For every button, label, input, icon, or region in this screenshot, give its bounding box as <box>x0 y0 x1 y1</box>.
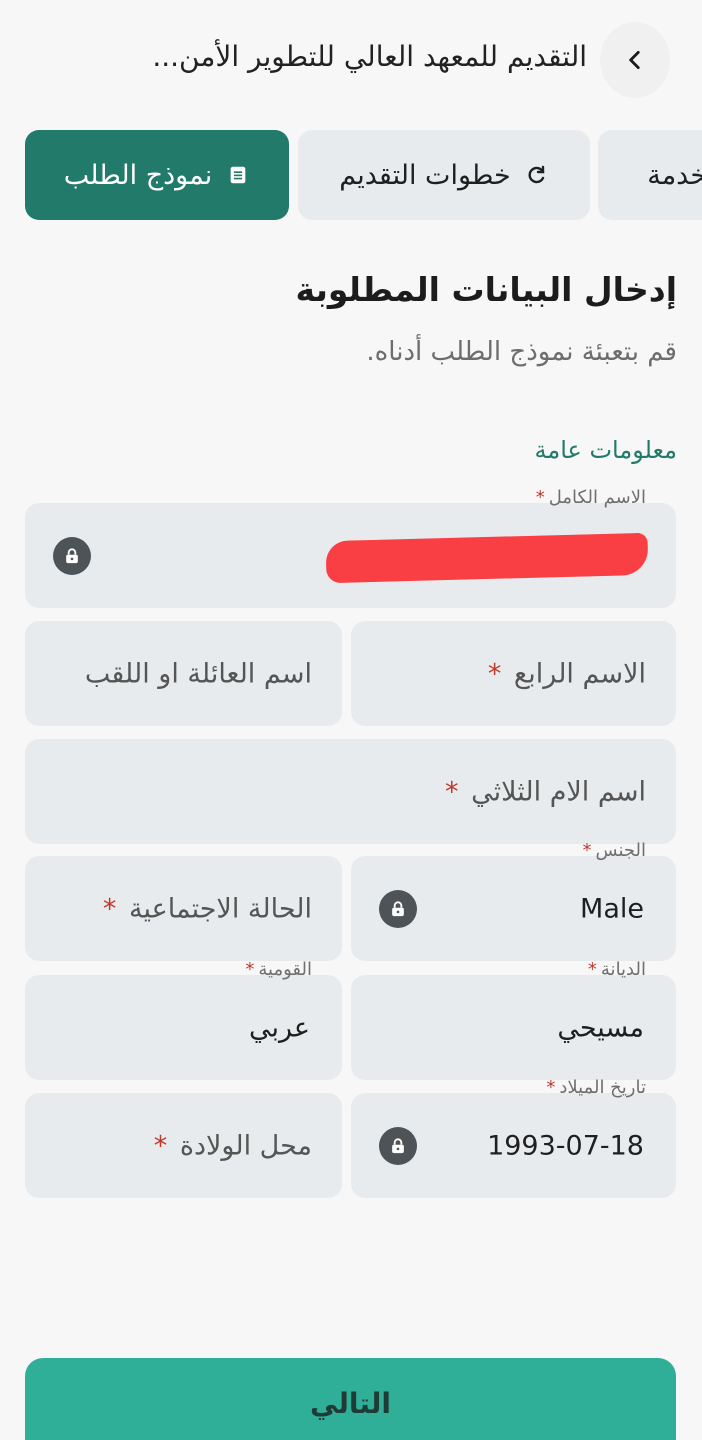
field-placeholder: الاسم الرابع * <box>487 658 646 689</box>
tab-service[interactable]: لخدمة <box>598 130 702 220</box>
required-marker: * <box>245 959 255 980</box>
next-button[interactable]: التالي <box>25 1358 676 1440</box>
field-label: تاريخ الميلاد* <box>546 1077 646 1098</box>
fourth-name-field[interactable]: الاسم الرابع * <box>351 621 676 726</box>
tab-application-steps[interactable]: خطوات التقديم <box>298 130 590 220</box>
required-marker: * <box>546 1077 556 1098</box>
redaction-mark <box>325 532 649 584</box>
field-label: الجنس* <box>582 840 646 861</box>
lock-icon <box>379 1126 417 1165</box>
required-marker: * <box>587 959 597 980</box>
field-value: مسيحي <box>557 1012 644 1043</box>
field-placeholder: اسم العائلة او اللقب <box>84 658 312 689</box>
full-name-field[interactable]: الاسم الكامل* <box>25 487 676 608</box>
field-label: الاسم الكامل* <box>535 487 646 508</box>
required-marker: * <box>445 776 459 807</box>
field-label: الديانة* <box>587 959 646 980</box>
field-placeholder: محل الولادة * <box>153 1130 312 1161</box>
tab-label: خطوات التقديم <box>339 159 511 191</box>
application-form-page: التقديم للمعهد العالي للتطوير الأمن... ن… <box>0 0 702 1440</box>
field-value: عربي <box>248 1012 310 1043</box>
field-value: Male <box>580 893 644 924</box>
group-label: معلومات عامة <box>534 436 677 464</box>
refresh-icon <box>525 163 549 187</box>
required-marker: * <box>153 1130 168 1161</box>
required-marker: * <box>487 658 502 689</box>
mother-name-field[interactable]: اسم الام الثلاثي * <box>25 739 676 844</box>
back-button[interactable] <box>600 22 670 98</box>
tab-label: نموذج الطلب <box>63 159 213 191</box>
field-value: 1993-07-18 <box>487 1130 644 1161</box>
marital-status-field[interactable]: الحالة الاجتماعية * <box>25 856 342 961</box>
page-title: التقديم للمعهد العالي للتطوير الأمن... <box>152 40 587 73</box>
field-placeholder: الحالة الاجتماعية * <box>102 893 312 924</box>
lock-icon <box>379 889 417 928</box>
birth-date-field[interactable]: تاريخ الميلاد* 1993-07-18 <box>351 1077 676 1198</box>
tab-bar: نموذج الطلب خطوات التقديم لخدمة <box>0 130 702 220</box>
document-icon <box>226 163 250 187</box>
required-marker: * <box>102 893 117 924</box>
next-button-label: التالي <box>310 1386 391 1420</box>
lock-icon <box>53 536 91 575</box>
section-title: إدخال البيانات المطلوبة <box>295 270 677 309</box>
field-placeholder: اسم الام الثلاثي * <box>445 776 646 807</box>
required-marker: * <box>535 487 545 508</box>
required-marker: * <box>582 840 592 861</box>
field-label: القومية* <box>245 959 312 980</box>
chevron-left-icon <box>629 51 640 69</box>
birth-place-field[interactable]: محل الولادة * <box>25 1093 342 1198</box>
tab-application-form[interactable]: نموذج الطلب <box>25 130 289 220</box>
header: التقديم للمعهد العالي للتطوير الأمن... <box>0 20 702 104</box>
family-name-field[interactable]: اسم العائلة او اللقب <box>25 621 342 726</box>
religion-field[interactable]: الديانة* مسيحي <box>351 959 676 1080</box>
tab-label: لخدمة <box>647 159 702 191</box>
section-subtitle: قم بتعبئة نموذج الطلب أدناه. <box>366 337 677 367</box>
nationality-field[interactable]: القومية* عربي <box>25 959 342 1080</box>
gender-field[interactable]: الجنس* Male <box>351 840 676 961</box>
